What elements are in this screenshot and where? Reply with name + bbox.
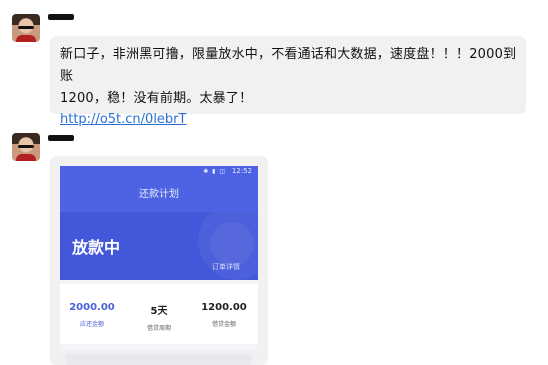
loan-summary-card: 2000.00 应还金额 5天 借贷周期 1200.00 借贷金额 xyxy=(60,284,258,344)
order-detail-link[interactable]: 订单详情 xyxy=(212,262,240,272)
status-icons: ✱ ▮ ◫ xyxy=(203,168,226,175)
avatar[interactable] xyxy=(12,133,40,161)
message-link[interactable]: http://o5t.cn/0lebrT xyxy=(60,112,522,127)
stat-loan-period: 5天 借贷周期 xyxy=(129,302,189,332)
avatar-glasses xyxy=(18,26,34,29)
stat-repay-amount: 2000.00 应还金额 xyxy=(62,302,122,328)
message-text-line-1: 新口子，非洲黑可撸，限量放水中，不看通话和大数据，速度盘！！！2000到账 xyxy=(60,47,517,84)
phone-status-bar: ✱ ▮ ◫ 12:52 xyxy=(60,166,258,178)
stat-label: 应还金额 xyxy=(79,321,104,328)
message-bubble: 新口子，非洲黑可撸，限量放水中，不看通话和大数据，速度盘！！！2000到账 12… xyxy=(50,36,526,127)
loan-status-banner: 放款中 订单详情 xyxy=(60,212,258,280)
stat-value: 2000.00 xyxy=(69,302,115,313)
message-text-line-2: 1200，稳！没有前期。太暴了！ xyxy=(60,91,253,106)
stat-loan-amount: 1200.00 借贷金额 xyxy=(194,302,254,328)
stat-value: 1200.00 xyxy=(201,302,247,313)
avatar-shirt xyxy=(16,154,36,161)
avatar-shirt xyxy=(16,35,36,42)
shared-screenshot[interactable]: ✱ ▮ ◫ 12:52 还款计划 放款中 订单详情 2000.00 应还金额 5… xyxy=(60,166,258,365)
stat-label: 借贷周期 xyxy=(146,325,171,332)
status-time: 12:52 xyxy=(231,167,252,175)
stat-label: 借贷金额 xyxy=(211,321,236,328)
content-strip xyxy=(60,350,258,365)
avatar[interactable] xyxy=(12,14,40,42)
decor-circle xyxy=(210,222,254,266)
page-title: 还款计划 xyxy=(60,178,258,212)
avatar-glasses xyxy=(18,145,34,148)
sender-name-redacted xyxy=(48,135,74,141)
loan-status: 放款中 xyxy=(72,238,121,257)
sender-name-redacted xyxy=(48,14,74,20)
stat-value: 5天 xyxy=(150,306,168,317)
content-placeholder xyxy=(66,354,252,365)
